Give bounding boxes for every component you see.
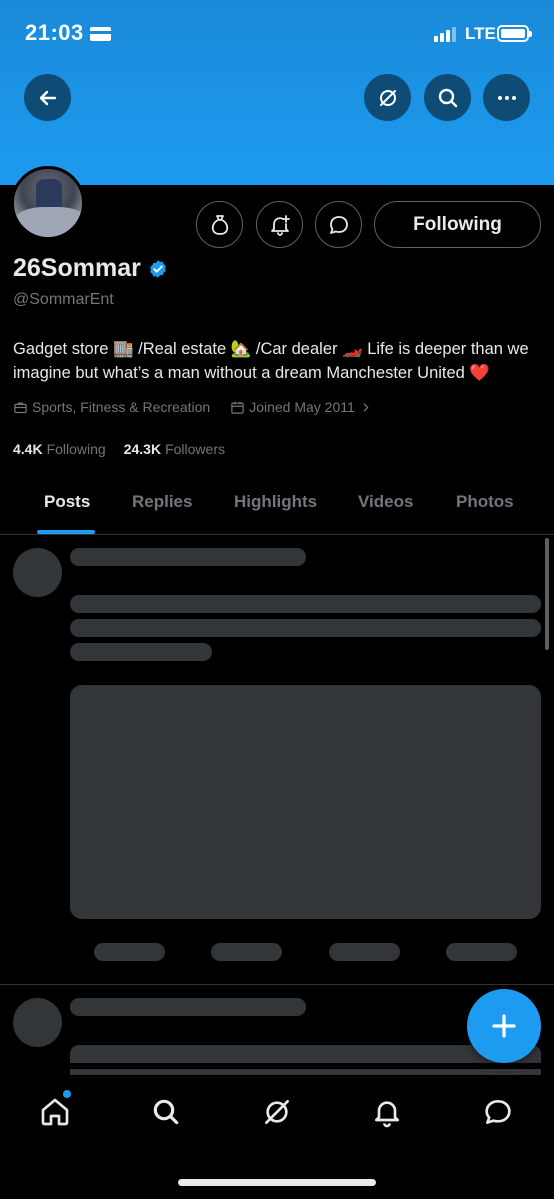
skeleton-avatar xyxy=(13,548,62,597)
skeleton-line xyxy=(70,998,306,1016)
name-row: 26Sommar xyxy=(13,254,168,283)
category-label: Sports, Fitness & Recreation xyxy=(32,399,211,415)
profile-bio: Gadget store 🏬 /Real estate 🏡 /Car deale… xyxy=(13,340,529,382)
skeleton-line xyxy=(70,595,541,613)
grok-icon xyxy=(265,1100,289,1124)
following-label: Following xyxy=(46,441,106,457)
nav-messages[interactable] xyxy=(478,1092,518,1132)
messages-icon xyxy=(485,1100,511,1124)
notifications-subscribe-button[interactable] xyxy=(256,201,303,248)
status-bar: 21:03 LTE xyxy=(0,0,554,68)
sim-card-icon xyxy=(90,27,111,41)
avatar-figure xyxy=(36,179,62,209)
battery-icon xyxy=(497,25,532,42)
more-icon xyxy=(497,95,516,100)
compose-plus-icon xyxy=(492,1014,516,1038)
nav-grok[interactable] xyxy=(257,1092,297,1132)
back-arrow-icon xyxy=(39,90,56,105)
calendar-icon xyxy=(231,401,244,414)
more-button[interactable] xyxy=(483,74,530,121)
grok-button[interactable] xyxy=(364,74,411,121)
tab-replies[interactable]: Replies xyxy=(132,492,192,512)
briefcase-icon xyxy=(14,402,27,413)
search-icon xyxy=(438,88,457,107)
notifications-icon xyxy=(375,1101,399,1128)
search-icon xyxy=(153,1099,179,1125)
verified-badge-icon[interactable] xyxy=(148,259,168,279)
profile-meta: Sports, Fitness & Recreation Joined May … xyxy=(13,399,392,415)
username-handle: @SommarEnt xyxy=(13,291,114,308)
skeleton-line xyxy=(70,643,212,661)
avatar[interactable] xyxy=(11,166,85,240)
nav-notifications[interactable] xyxy=(367,1092,407,1132)
scrollbar[interactable] xyxy=(545,538,549,650)
following-stat[interactable]: 4.4K Following xyxy=(13,441,106,457)
home-icon xyxy=(41,1098,69,1126)
message-button[interactable] xyxy=(315,201,362,248)
tab-photos[interactable]: Photos xyxy=(456,492,514,512)
joined-item[interactable]: Joined May 2011 xyxy=(230,399,372,415)
joined-label: Joined May 2011 xyxy=(249,399,355,415)
skeleton-line xyxy=(70,619,541,637)
category-item: Sports, Fitness & Recreation xyxy=(13,399,210,415)
active-tab-indicator xyxy=(37,530,95,534)
skeleton-avatar xyxy=(13,998,62,1047)
signal-strength-icon xyxy=(434,26,458,42)
network-type: LTE xyxy=(465,24,496,43)
notification-bell-icon xyxy=(270,214,290,236)
home-unread-dot xyxy=(62,1089,72,1099)
skeleton-action xyxy=(211,943,282,961)
post-divider xyxy=(0,984,554,985)
display-name: 26Sommar xyxy=(13,254,141,282)
followers-stat[interactable]: 24.3K Followers xyxy=(124,441,225,457)
status-time: 21:03 xyxy=(25,20,84,45)
skeleton-media xyxy=(70,685,541,919)
message-icon xyxy=(329,215,348,234)
skeleton-line xyxy=(70,1045,541,1063)
nav-search[interactable] xyxy=(146,1092,186,1132)
skeleton-action xyxy=(329,943,400,961)
skeleton-action xyxy=(446,943,517,961)
avatar-blanket xyxy=(14,207,82,237)
tab-posts[interactable]: Posts xyxy=(44,492,90,512)
tip-button[interactable] xyxy=(196,201,243,248)
search-button[interactable] xyxy=(424,74,471,121)
tab-videos[interactable]: Videos xyxy=(358,492,413,512)
chevron-right-icon xyxy=(363,402,369,412)
following-count: 4.4K xyxy=(13,441,43,457)
back-button[interactable] xyxy=(24,74,71,121)
grok-icon xyxy=(379,89,396,106)
followers-label: Followers xyxy=(165,441,225,457)
home-indicator xyxy=(178,1179,376,1186)
follow-stats: 4.4K Following 24.3K Followers xyxy=(13,441,243,457)
profile-tabs: Posts Replies Highlights Videos Photos xyxy=(0,474,554,535)
following-button[interactable]: Following xyxy=(374,201,541,248)
money-bag-icon xyxy=(211,214,228,235)
tab-highlights[interactable]: Highlights xyxy=(234,492,317,512)
compose-button[interactable] xyxy=(467,989,541,1063)
skeleton-line xyxy=(70,548,306,566)
followers-count: 24.3K xyxy=(123,441,162,457)
skeleton-action xyxy=(94,943,165,961)
